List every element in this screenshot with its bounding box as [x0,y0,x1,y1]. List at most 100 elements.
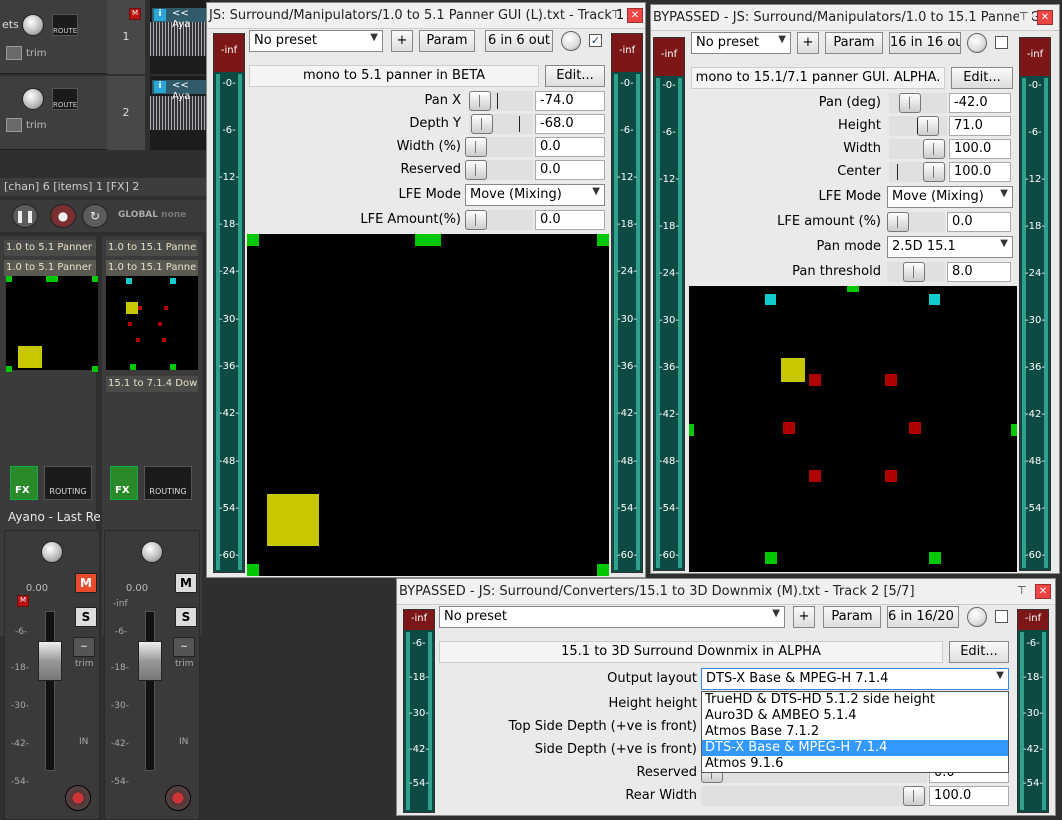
record-badge[interactable]: M [129,8,141,20]
record-arm-1[interactable] [65,785,91,811]
enable-checkbox[interactable] [995,36,1008,49]
trim-button-1[interactable]: trim [6,46,66,64]
param-button[interactable]: Param [419,30,475,52]
rear-width-value[interactable]: 100.0 [929,786,1009,806]
dropdown-option[interactable]: Atmos 9.1.6 [702,756,1008,772]
window-title[interactable]: BYPASSED - JS: Surround/Manipulators/1.0… [651,5,1059,31]
pan-knob-1[interactable] [41,541,63,563]
volume-knob-1[interactable] [22,14,44,36]
reserved-value[interactable]: 0.0 [535,160,605,180]
routing-button-2[interactable]: ROUTING [144,466,192,500]
center-value[interactable]: 100.0 [949,162,1011,182]
edit-button[interactable]: Edit... [951,67,1013,89]
route-button-2[interactable]: ROUTE [52,88,78,110]
pan-deg-slider[interactable] [889,93,947,113]
param-button[interactable]: Param [823,606,881,628]
width-slider[interactable] [889,139,947,159]
pan-threshold-value[interactable]: 8.0 [947,262,1011,282]
fx-slot[interactable]: 1.0 to 15.1 Panne [106,240,198,256]
add-preset-button[interactable]: + [797,32,819,54]
source-position[interactable] [267,494,319,546]
mini-panner-1[interactable] [6,276,98,372]
param-button[interactable]: Param [825,32,883,54]
depth-y-slider[interactable] [469,114,533,134]
pause-button[interactable]: ❚❚ [12,204,38,228]
wet-knob[interactable] [561,31,581,51]
trim-button-2[interactable]: trim [6,118,66,136]
window-title[interactable]: JS: Surround/Manipulators/1.0 to 5.1 Pan… [207,3,645,29]
track-name-1[interactable]: ets [2,18,22,38]
output-layout-select[interactable]: DTS-X Base & MPEG-H 7.1.4 ▼ [701,668,1009,690]
preset-select[interactable]: No preset ▼ [439,606,785,628]
track-number-2[interactable]: 2 [107,76,145,150]
source-position[interactable] [781,358,805,382]
lfe-amount-slider[interactable] [887,212,945,232]
io-button[interactable]: 6 in 16/20 ou [887,606,959,628]
width-slider[interactable] [465,137,533,157]
pan-mode-select[interactable]: 2.5D 15.1 ▼ [887,236,1013,258]
lfe-mode-select[interactable]: Move (Mixing) ▼ [887,186,1013,208]
pin-icon[interactable]: ⊤ [611,8,624,22]
lfe-amount-value[interactable]: 0.0 [947,212,1011,232]
dropdown-option[interactable]: TrueHD & DTS-HD 5.1.2 side height [702,692,1008,708]
lfe-mode-select[interactable]: Move (Mixing) ▼ [465,184,605,206]
pan-deg-value[interactable]: -42.0 [949,93,1011,113]
rear-width-slider[interactable] [701,786,927,806]
preset-select[interactable]: No preset ▼ [691,32,791,54]
add-preset-button[interactable]: + [391,30,413,52]
routing-button-1[interactable]: ROUTING [44,466,92,500]
width-value[interactable]: 0.0 [535,137,605,157]
fx-slot[interactable]: 1.0 to 15.1 Panne [106,260,198,276]
trim-button-mcp-1[interactable]: ~ [73,637,95,657]
pan-x-value[interactable]: -74.0 [535,91,605,111]
wet-knob[interactable] [967,33,987,53]
enable-checkbox[interactable] [995,610,1008,623]
fx-slot[interactable]: 1.0 to 5.1 Panner G [4,240,96,256]
record-arm-2[interactable] [165,785,191,811]
trim-button-mcp-2[interactable]: ~ [173,637,195,657]
panner-canvas[interactable] [247,234,609,576]
height-slider[interactable] [889,116,947,136]
dropdown-option[interactable]: Auro3D & AMBEO 5.1.4 [702,708,1008,724]
close-icon[interactable]: ✕ [1035,584,1051,599]
record-button[interactable]: ● [50,204,76,228]
close-icon[interactable]: ✕ [1037,10,1053,25]
mute-button-1[interactable]: M [75,573,97,593]
route-button-1[interactable]: ROUTE [52,14,78,36]
pan-x-slider[interactable] [469,91,533,111]
volume-fader-1[interactable] [38,641,62,681]
volume-fader-2[interactable] [138,641,162,681]
volume-knob-2[interactable] [22,88,44,110]
height-value[interactable]: 71.0 [949,116,1011,136]
fx-slot[interactable]: 15.1 to 7.1.4 Dow [106,376,198,392]
media-item-1[interactable]: i << Aya [152,8,210,30]
dropdown-option-selected[interactable]: DTS-X Base & MPEG-H 7.1.4 [702,740,1008,756]
reserved-slider[interactable] [465,160,533,180]
dropdown-option[interactable]: Atmos Base 7.1.2 [702,724,1008,740]
mute-button-2[interactable]: M [175,573,197,593]
window-title[interactable]: BYPASSED - JS: Surround/Converters/15.1 … [397,579,1055,605]
mini-panner-2[interactable] [106,276,198,370]
lfe-amount-slider[interactable] [465,210,533,230]
close-icon[interactable]: ✕ [627,8,643,23]
edit-button[interactable]: Edit... [545,65,605,87]
wet-knob[interactable] [967,607,987,627]
io-button[interactable]: 16 in 16 out [889,32,961,54]
panner-canvas[interactable] [689,286,1017,572]
pan-threshold-slider[interactable] [887,262,945,282]
media-item-2[interactable]: i << Aya [152,80,210,102]
repeat-button[interactable]: ↻ [82,204,108,228]
edit-button[interactable]: Edit... [949,641,1009,663]
center-slider[interactable] [889,162,947,182]
pin-icon[interactable]: ⊤ [1019,10,1032,24]
depth-y-value[interactable]: -68.0 [535,114,605,134]
fx-button-2[interactable]: FX [110,466,138,500]
fx-button-1[interactable]: FX [10,466,38,500]
io-button[interactable]: 6 in 6 out [485,30,553,52]
output-layout-dropdown[interactable]: TrueHD & DTS-HD 5.1.2 side height Auro3D… [701,691,1009,773]
enable-checkbox[interactable]: ✓ [589,34,602,47]
fx-slot[interactable]: 1.0 to 5.1 Panner G [4,260,96,276]
solo-button-1[interactable]: S [75,607,97,627]
pin-icon[interactable]: ⊤ [1017,584,1030,598]
width-value[interactable]: 100.0 [949,139,1011,159]
